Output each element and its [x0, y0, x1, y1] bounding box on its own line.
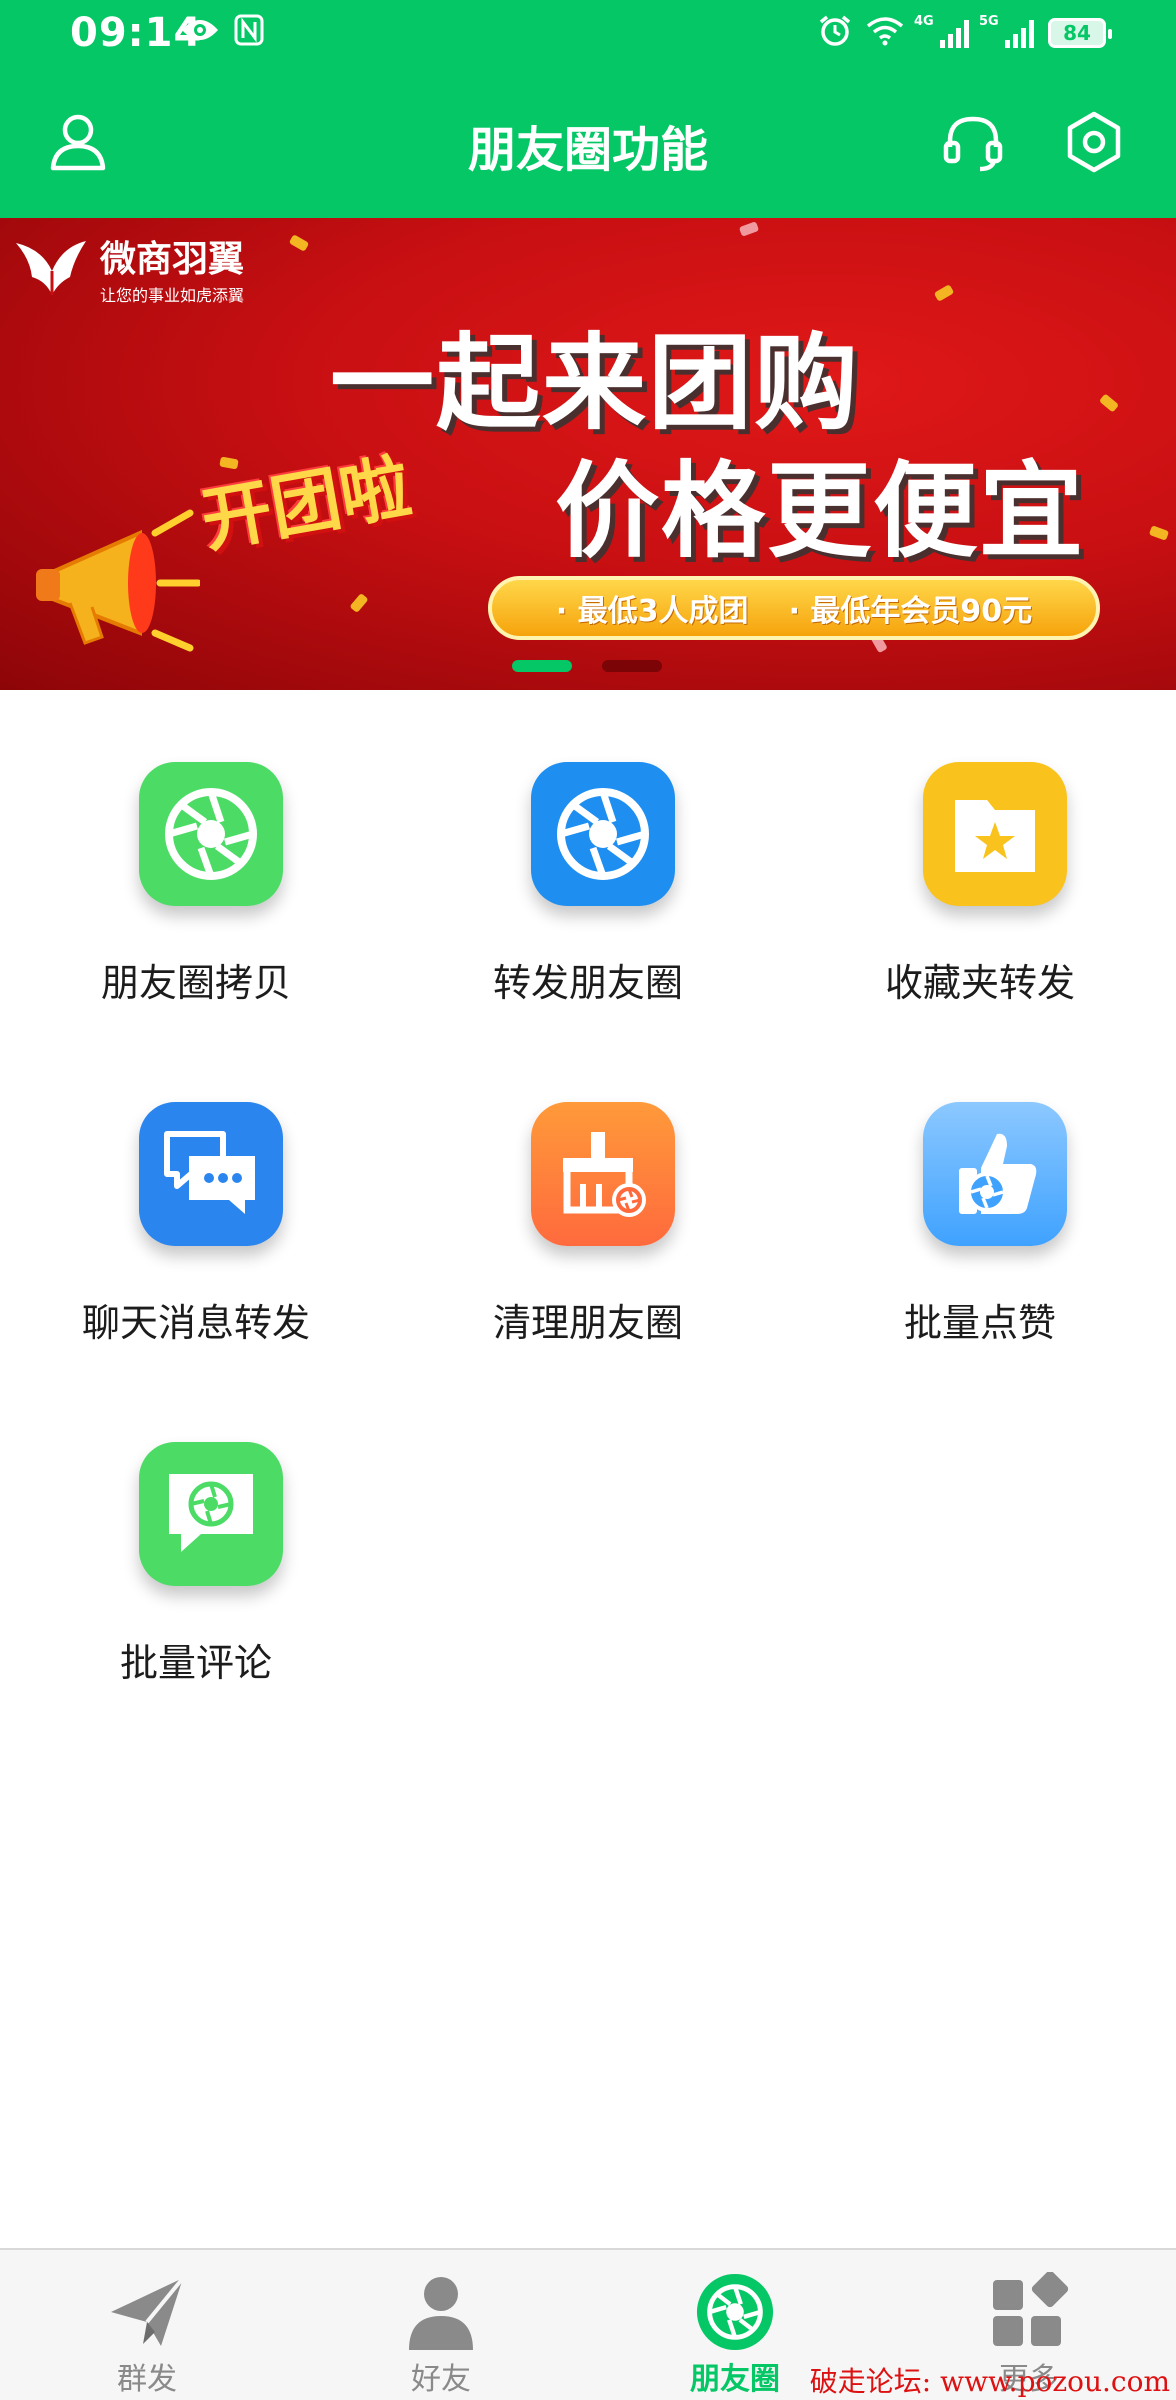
feature-favorites-forward[interactable]: 收藏夹转发 [784, 690, 1176, 1030]
feature-chat-forward[interactable]: 聊天消息转发 [0, 1030, 392, 1370]
thumbs-up-icon [923, 1102, 1067, 1246]
customer-service-button[interactable] [937, 108, 1009, 180]
banner-promo-pill: · 最低3人成团 · 最低年会员90元 [488, 576, 1100, 640]
carousel-indicator [512, 660, 662, 672]
feature-label: 批量点赞 [903, 1301, 1056, 1345]
megaphone-icon [30, 503, 202, 657]
star-folder-icon [923, 762, 1067, 906]
nav-item-friends[interactable]: 好友 [294, 2250, 588, 2400]
carousel-dot-1[interactable] [512, 660, 572, 672]
grid-more-icon [989, 2272, 1069, 2352]
carousel-dot-2[interactable] [602, 660, 662, 672]
feature-label: 朋友圈拷贝 [100, 961, 291, 1005]
camera-aperture-icon [139, 762, 283, 906]
camera-aperture-icon [695, 2272, 775, 2352]
wifi-icon [866, 16, 904, 50]
status-bar: 09:14 4G 5G 84 [0, 0, 1176, 70]
eye-icon [180, 15, 220, 49]
settings-hex-icon [1061, 109, 1127, 179]
person-icon [401, 2272, 481, 2352]
feature-batch-comment[interactable]: 批量评论 [0, 1370, 392, 1710]
brand-slogan: 让您的事业如虎添翼 [100, 286, 245, 305]
battery-indicator: 84 [1048, 18, 1112, 48]
feature-label: 批量评论 [119, 1641, 272, 1685]
signal-5g-icon: 5G [979, 14, 1034, 48]
promo-item-2: · 最低年会员90元 [788, 594, 1033, 629]
feature-forward-moments[interactable]: 转发朋友圈 [392, 690, 784, 1030]
promo-banner[interactable]: 微商羽翼 让您的事业如虎添翼 开团啦 一起来团购 价格更便宜 · 最低3人成团 … [0, 218, 1176, 690]
nav-label: 好友 [411, 2362, 471, 2397]
nav-item-broadcast[interactable]: 群发 [0, 2250, 294, 2400]
nfc-icon [234, 14, 264, 50]
app-header: 朋友圈功能 [0, 70, 1176, 218]
feature-label: 聊天消息转发 [81, 1301, 310, 1345]
comment-bubble-icon [139, 1442, 283, 1586]
feature-clean-moments[interactable]: 清理朋友圈 [392, 1030, 784, 1370]
feature-label: 转发朋友圈 [492, 961, 683, 1005]
paper-plane-icon [107, 2272, 187, 2352]
wing-logo-icon [12, 233, 90, 303]
banner-sticker: 开团啦 [195, 445, 417, 563]
brand-logo: 微商羽翼 让您的事业如虎添翼 [12, 230, 244, 306]
settings-button[interactable] [1058, 108, 1130, 180]
status-left-icons [180, 14, 264, 50]
promo-item-1: · 最低3人成团 [555, 594, 749, 629]
brand-name: 微商羽翼 [100, 239, 245, 280]
chat-bubbles-icon [139, 1102, 283, 1246]
signal-4g-icon: 4G [914, 14, 969, 48]
watermark: 破走论坛: www.pozou.com [809, 2365, 1170, 2398]
feature-batch-like[interactable]: 批量点赞 [784, 1030, 1176, 1370]
banner-headline-2: 价格更便宜 [555, 450, 1086, 572]
feature-label: 收藏夹转发 [884, 961, 1075, 1005]
feature-label: 清理朋友圈 [492, 1301, 683, 1345]
headset-icon [940, 109, 1006, 179]
broom-icon [531, 1102, 675, 1246]
alarm-icon [818, 14, 852, 52]
status-right-icons: 4G 5G 84 [818, 14, 1112, 52]
nav-label: 群发 [117, 2362, 177, 2397]
camera-aperture-icon [531, 762, 675, 906]
feature-moments-copy[interactable]: 朋友圈拷贝 [0, 690, 392, 1030]
